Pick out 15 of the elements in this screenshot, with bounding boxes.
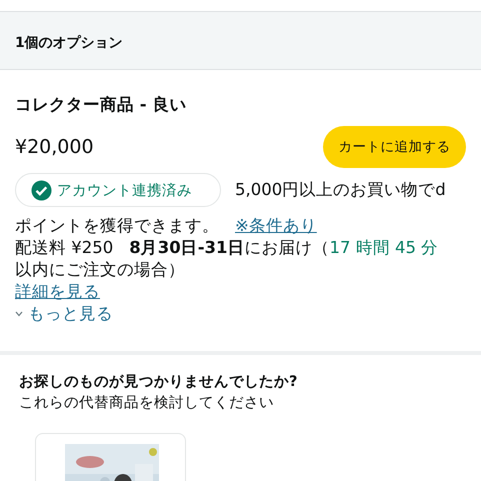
offer-condition: コレクター商品 - 良い xyxy=(15,94,186,116)
delivery-info: 配送料 ¥250 8月30日-31日 にお届け（17 時間 45 分 以内にご注文の場合） xyxy=(15,237,438,281)
section-title: お探しのものが見つかりませんでしたか? xyxy=(19,373,298,392)
product-card[interactable] xyxy=(35,433,186,481)
points-note: ポイントを獲得できます。 xyxy=(15,215,219,237)
terms-link[interactable]: ※条件あり xyxy=(235,215,317,237)
more-link[interactable]: もっと見る xyxy=(15,303,113,325)
section-title: 1個のオプション xyxy=(15,34,123,52)
points-note: 5,000円以上のお買い物でd xyxy=(235,180,446,200)
add-to-cart-button[interactable]: カートに追加する xyxy=(323,126,466,168)
details-link[interactable]: 詳細を見る xyxy=(15,281,100,303)
chevron-down-icon xyxy=(15,311,23,317)
section-subtitle: これらの代替商品を検討してください xyxy=(19,394,274,413)
account-linked-badge: アカウント連携済み xyxy=(15,173,221,207)
price: ¥20,000 xyxy=(15,135,94,159)
